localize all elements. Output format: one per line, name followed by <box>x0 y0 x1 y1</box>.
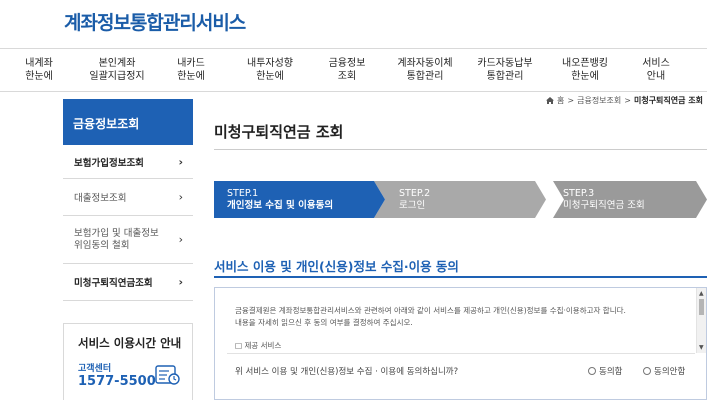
chevron-right-icon: > <box>567 96 575 105</box>
chevron-right-icon: › <box>178 155 183 168</box>
consent-question: 위 서비스 이용 및 개인(신용)정보 수집 · 이용에 동의하십니까? <box>235 367 459 377</box>
gnb-label: 서비스 <box>642 58 670 69</box>
schedule-icon <box>155 365 180 385</box>
consent-item-service: □ 제공 서비스 <box>235 341 282 350</box>
step-label: 미청구퇴직연금 조회 <box>563 200 645 211</box>
side-nav-item-pension[interactable]: 미청구퇴직연금조회 › <box>63 264 193 301</box>
gnb-label: 금융정보 <box>328 58 366 69</box>
chevron-right-icon: › <box>178 275 183 289</box>
breadcrumb-home[interactable]: 홈 <box>557 95 564 106</box>
gnb-label: 한눈에 <box>256 71 284 82</box>
step-number: STEP.2 <box>399 188 431 199</box>
gnb-item-open-banking[interactable]: 내오픈뱅킹 한눈에 <box>553 49 617 91</box>
consent-text: 금융결제원은 계좌정보통합관리서비스와 관련하여 아래와 같이 서비스를 제공하… <box>235 305 690 329</box>
breadcrumb: 홈 > 금융정보조회 > 미청구퇴직연금 조회 <box>546 95 703 106</box>
gnb-item-auto-transfer[interactable]: 계좌자동이체 통합관리 <box>390 49 460 91</box>
gnb-item-finance-info[interactable]: 금융정보 조회 <box>322 49 372 91</box>
scroll-thumb[interactable] <box>699 299 704 315</box>
side-nav-label: 미청구퇴직연금조회 <box>74 278 153 289</box>
site-logo[interactable]: 계좌정보통합관리서비스 <box>64 8 246 35</box>
gnb-label: 일괄지급정지 <box>89 71 145 82</box>
agree-radio[interactable]: 동의함 <box>588 365 622 377</box>
step-number: STEP.3 <box>563 188 595 199</box>
service-hours-title: 서비스 이용시간 안내 <box>78 336 182 350</box>
side-nav-item-consent-withdraw[interactable]: 보험가입 및 대출정보 위임동의 철회 › <box>63 216 193 264</box>
gnb-label: 내투자성향 <box>247 58 293 69</box>
service-hours-box: 서비스 이용시간 안내 고객센터 1577-5500 <box>63 323 193 400</box>
consent-text-line: 내용을 자세히 읽으신 후 동의 여부를 결정하여 주십시오. <box>235 318 413 327</box>
section-divider <box>214 276 707 278</box>
gnb-label: 통합관리 <box>486 71 524 82</box>
side-nav-item-insurance[interactable]: 보험가입정보조회 › <box>63 145 193 179</box>
breadcrumb-level1[interactable]: 금융정보조회 <box>577 95 621 106</box>
chevron-right-icon: › <box>178 190 183 204</box>
consent-scroll-area[interactable]: 금융결제원은 계좌정보통합관리서비스와 관련하여 아래와 같이 서비스를 제공하… <box>215 288 706 353</box>
customer-center-phone: 1577-5500 <box>78 374 156 389</box>
page-title: 미청구퇴직연금 조회 <box>214 123 344 141</box>
side-nav: 금융정보조회 보험가입정보조회 › 대출정보조회 › 보험가입 및 대출정보 위… <box>63 99 193 301</box>
home-icon <box>546 97 555 104</box>
gnb-label: 본인계좌 <box>98 58 136 69</box>
agree-radio-label[interactable]: 동의함 <box>599 365 622 377</box>
gnb-item-payment-stop[interactable]: 본인계좌 일괄지급정지 <box>84 49 150 91</box>
consent-text-line: 금융결제원은 계좌정보통합관리서비스와 관련하여 아래와 같이 서비스를 제공하… <box>235 306 626 315</box>
disagree-radio-label[interactable]: 동의안함 <box>654 365 685 377</box>
side-nav-label: 보험가입 및 대출정보 <box>74 227 159 239</box>
gnb-label: 안내 <box>646 71 666 82</box>
side-nav-label: 위임동의 철회 <box>74 239 130 251</box>
side-nav-item-loan[interactable]: 대출정보조회 › <box>63 179 193 216</box>
consent-scrollbar[interactable]: ▲ ▼ <box>696 288 706 353</box>
customer-center-label: 고객센터 <box>78 364 112 374</box>
gnb-label: 카드자동납부 <box>477 58 533 69</box>
step-3: STEP.3 미청구퇴직연금 조회 <box>563 181 693 218</box>
gnb-label: 내오픈뱅킹 <box>562 58 608 69</box>
breadcrumb-current: 미청구퇴직연금 조회 <box>633 96 703 105</box>
title-divider <box>214 149 707 150</box>
gnb-label: 조회 <box>337 71 357 82</box>
step-2: STEP.2 로그인 <box>399 181 529 218</box>
step-label: 개인정보 수집 및 이용동의 <box>227 200 334 211</box>
step-1: STEP.1 개인정보 수집 및 이용동의 <box>227 181 377 218</box>
step-number: STEP.1 <box>227 188 259 199</box>
gnb-label: 내카드 <box>177 58 205 69</box>
gnb-item-card-autopay[interactable]: 카드자동납부 통합관리 <box>470 49 540 91</box>
step-indicator: STEP.1 개인정보 수집 및 이용동의 STEP.2 로그인 STEP.3 … <box>214 181 707 218</box>
chevron-right-icon: > <box>624 96 631 105</box>
gnb-item-service-guide[interactable]: 서비스 안내 <box>634 49 678 91</box>
gnb-label: 계좌자동이체 <box>397 58 453 69</box>
radio-circle-icon[interactable] <box>588 367 596 375</box>
gnb-item-my-accounts[interactable]: 내계좌 한눈에 <box>14 49 64 91</box>
consent-section-title: 서비스 이용 및 개인(신용)정보 수집·이용 동의 <box>214 259 459 274</box>
gnb-item-investment[interactable]: 내투자성향 한눈에 <box>238 49 302 91</box>
consent-box: 금융결제원은 계좌정보통합관리서비스와 관련하여 아래와 같이 서비스를 제공하… <box>214 287 707 400</box>
disagree-radio[interactable]: 동의안함 <box>643 365 685 377</box>
radio-circle-icon[interactable] <box>643 367 651 375</box>
gnb-label: 한눈에 <box>571 71 599 82</box>
global-nav: 내계좌 한눈에 본인계좌 일괄지급정지 내카드 한눈에 내투자성향 한눈에 금융… <box>0 48 707 92</box>
gnb-label: 한눈에 <box>25 71 53 82</box>
gnb-label: 내계좌 <box>25 58 53 69</box>
consent-separator <box>227 353 695 354</box>
chevron-right-icon: › <box>178 232 183 246</box>
side-nav-label: 보험가입정보조회 <box>74 157 144 169</box>
side-nav-title: 금융정보조회 <box>63 99 193 145</box>
gnb-label: 통합관리 <box>406 71 444 82</box>
side-nav-label: 대출정보조회 <box>74 193 127 204</box>
gnb-label: 한눈에 <box>177 71 205 82</box>
scroll-down-icon[interactable]: ▼ <box>699 344 704 351</box>
gnb-item-my-cards[interactable]: 내카드 한눈에 <box>166 49 216 91</box>
step-label: 로그인 <box>399 200 426 211</box>
scroll-up-icon[interactable]: ▲ <box>699 290 704 297</box>
